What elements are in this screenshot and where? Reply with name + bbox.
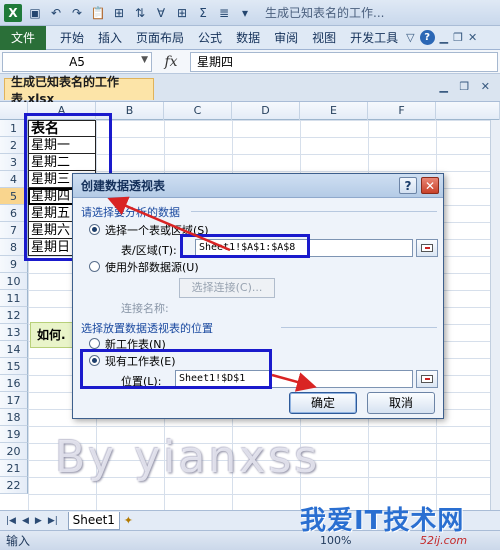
tab-review[interactable]: 审阅 [274,29,298,46]
dialog-title-bar: 创建数据透视表 ? ✕ [73,174,443,198]
tab-insert[interactable]: 插入 [98,29,122,46]
section-place-label: 选择放置数据透视表的位置 [81,322,213,335]
title-bar: X ▣ ↶ ↷ 📋 ⊞ ⇅ ∀ ⊞ Σ ≣ ▾ 生成已知表名的工作... [0,0,500,26]
section-divider [281,327,437,328]
formula-input[interactable]: 星期四 [190,51,498,72]
section-analyze-label: 请选择要分析的数据 [81,206,180,219]
tab-developer[interactable]: 开发工具 [350,29,398,46]
highlight-box-range-field [180,234,310,258]
paste-icon[interactable]: 📋 [89,4,107,22]
workbook-header: 生成已知表名的工作表.xlsx ▁ ❐ ✕ [0,74,500,106]
connection-name-label: 连接名称: [121,302,169,315]
chevron-down-icon[interactable]: ▼ [141,55,148,65]
dialog-title: 创建数据透视表 [81,179,166,193]
row-header-21[interactable]: 21 [0,460,28,477]
row-header-16[interactable]: 16 [0,375,28,392]
tab-page-layout[interactable]: 页面布局 [136,29,184,46]
window-title: 生成已知表名的工作... [265,6,385,20]
dialog-close-icon[interactable]: ✕ [421,177,439,194]
align-icon[interactable]: ≣ [215,4,233,22]
ok-button[interactable]: 确定 [289,392,357,414]
customize-quickaccess-icon[interactable]: ▾ [236,4,254,22]
howto-note: 如何. [30,322,78,348]
minimize-icon[interactable]: ▁ [440,31,448,44]
formula-bar: A5 ▼ fx 星期四 [0,50,500,74]
dialog-help-icon[interactable]: ? [399,177,417,194]
column-header-d[interactable]: D [232,102,300,120]
row-header-19[interactable]: 19 [0,426,28,443]
radio-select-range[interactable] [89,224,100,235]
name-box-value: A5 [69,54,85,69]
help-icon[interactable]: ? [419,30,435,45]
option-external-source-label[interactable]: 使用外部数据源(U) [105,259,199,275]
row-header-10[interactable]: 10 [0,273,28,290]
last-sheet-icon[interactable]: ▶| [48,516,58,526]
column-header-f[interactable]: F [368,102,436,120]
borders-icon[interactable]: ⊞ [173,4,191,22]
save-icon[interactable]: ▣ [26,4,44,22]
range-collapse-icon[interactable] [416,239,438,257]
highlight-box-location-section [80,349,272,389]
vertical-scrollbar[interactable] [490,120,500,510]
column-header-e[interactable]: E [300,102,368,120]
brand-url: 52ij.com [420,534,468,547]
status-mode: 输入 [6,534,31,548]
row-header-22[interactable]: 22 [0,477,28,494]
first-sheet-icon[interactable]: |◀ [6,516,16,526]
next-sheet-icon[interactable]: ▶ [35,516,42,526]
location-collapse-icon[interactable] [416,370,438,388]
prev-sheet-icon[interactable]: ◀ [22,516,29,526]
autosum-icon[interactable]: Σ [194,4,212,22]
sheet-tab-sheet1[interactable]: Sheet1 [67,511,120,530]
row-header-15[interactable]: 15 [0,358,28,375]
workbook-tab[interactable]: 生成已知表名的工作表.xlsx [4,75,154,106]
row-header-18[interactable]: 18 [0,409,28,426]
cancel-button[interactable]: 取消 [367,392,435,414]
pivot-icon[interactable]: ⊞ [110,4,128,22]
row-header-20[interactable]: 20 [0,443,28,460]
watermark-text: By yianxss [55,432,321,483]
tab-data[interactable]: 数据 [236,29,260,46]
row-header-13[interactable]: 13 [0,324,28,341]
column-header-c[interactable]: C [164,102,232,120]
section-divider [191,211,437,212]
workbook-window-controls[interactable]: ▁ ❐ ✕ [439,80,494,93]
brand-logo-text: 我爱IT技术网 [300,506,465,536]
insert-sheet-icon[interactable]: ✦ [124,514,133,527]
ribbon-tabs: 文件 开始 插入 页面布局 公式 数据 审阅 视图 开发工具 ▽ ? ▁ ❐ ✕ [0,25,500,50]
radio-external-source[interactable] [89,261,100,272]
insert-function-icon[interactable]: fx [152,54,190,70]
sort-icon[interactable]: ⇅ [131,4,149,22]
redo-icon[interactable]: ↷ [68,4,86,22]
row-header-14[interactable]: 14 [0,341,28,358]
minimize-ribbon-icon[interactable]: ▽ [406,31,414,44]
restore-icon[interactable]: ❐ [453,31,463,44]
radio-new-worksheet[interactable] [89,338,100,349]
row-header-11[interactable]: 11 [0,290,28,307]
undo-icon[interactable]: ↶ [47,4,65,22]
tab-view[interactable]: 视图 [312,29,336,46]
excel-logo-icon: X [4,3,22,22]
row-header-12[interactable]: 12 [0,307,28,324]
name-box[interactable]: A5 ▼ [2,51,152,72]
column-header-g[interactable] [436,102,500,120]
close-icon[interactable]: ✕ [468,31,477,44]
filter-icon[interactable]: ∀ [152,4,170,22]
choose-connection-button[interactable]: 选择连接(C)... [179,278,275,298]
tab-formulas[interactable]: 公式 [198,29,222,46]
row-header-17[interactable]: 17 [0,392,28,409]
tab-home[interactable]: 开始 [60,29,84,46]
range-label: 表/区域(T): [121,244,177,257]
tab-file[interactable]: 文件 [0,25,46,50]
